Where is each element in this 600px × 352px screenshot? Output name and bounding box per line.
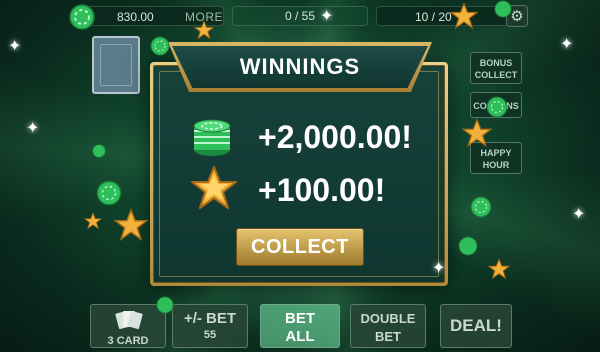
settings-button[interactable]: ⚙ [506, 5, 528, 27]
deal-button[interactable]: DEAL! [440, 304, 512, 348]
balance-value: 830.00 [117, 10, 154, 24]
star-icon [190, 164, 238, 217]
gear-icon: ⚙ [510, 8, 524, 25]
hands-counter: 0 / 55 [232, 6, 368, 26]
flying-star-icon [83, 212, 103, 235]
coupons-button[interactable]: COUPONS [470, 92, 522, 118]
chip-icon [69, 4, 95, 33]
flying-chip [92, 144, 106, 163]
double-bet-line1: DOUBLE [360, 311, 416, 326]
flying-chip [150, 36, 170, 61]
deal-label: DEAL! [450, 316, 502, 335]
bonus-collect-button[interactable]: BONUS COLLECT [470, 52, 522, 84]
winnings-title-banner: WINNINGS [168, 42, 432, 92]
bet-value: 55 [203, 329, 217, 341]
bonus-label-line1: BONUS [479, 58, 513, 68]
flying-star-icon [487, 258, 511, 285]
sparkle-icon: ✦ [26, 120, 40, 137]
happy-label-line1: HAPPY [480, 148, 512, 158]
bet-label: +/- BET [183, 310, 237, 327]
sparkle-icon: ✦ [560, 36, 574, 53]
flying-chip [96, 180, 122, 211]
balance-display[interactable]: 830.00 MORE [69, 4, 224, 30]
happy-hour-button[interactable]: HAPPY HOUR [470, 142, 522, 174]
card-deck [92, 36, 140, 94]
sparkle-icon: ✦ [8, 38, 22, 55]
bet-adjust-button[interactable]: +/- BET 55 [172, 304, 248, 348]
xp-value: 10 / 20 [415, 10, 452, 24]
stars-prize-row: +100.00! [190, 164, 385, 217]
dialog-title: WINNINGS [239, 54, 361, 79]
double-bet-button[interactable]: DOUBLE BET [350, 304, 426, 348]
top-bar: 830.00 MORE 0 / 55 10 / 20 ⚙ [0, 0, 600, 30]
double-bet-line2: BET [375, 329, 401, 344]
bet-all-line2: ALL [285, 328, 315, 345]
three-card-label: 3 CARD [107, 335, 149, 347]
chips-prize-row: +2,000.00! [190, 112, 412, 163]
flying-chip [458, 236, 478, 261]
sparkle-icon: ✦ [572, 206, 586, 223]
collect-button[interactable]: COLLECT [236, 228, 364, 266]
cards-icon [91, 309, 165, 334]
bet-all-line1: BET [285, 310, 315, 327]
bonus-label-line2: COLLECT [474, 70, 518, 80]
coupons-label: COUPONS [473, 101, 519, 111]
xp-display: 10 / 20 [376, 6, 524, 26]
three-card-button[interactable]: 3 CARD [90, 304, 166, 348]
happy-label-line2: HOUR [482, 160, 510, 170]
bet-all-button[interactable]: BET ALL [260, 304, 340, 348]
stars-prize-value: +100.00! [258, 172, 386, 208]
chip-stack-icon [190, 112, 234, 163]
more-button[interactable]: MORE [185, 10, 223, 24]
flying-chip [470, 196, 492, 223]
chips-prize-value: +2,000.00! [258, 119, 412, 155]
flying-star-icon [113, 208, 149, 247]
